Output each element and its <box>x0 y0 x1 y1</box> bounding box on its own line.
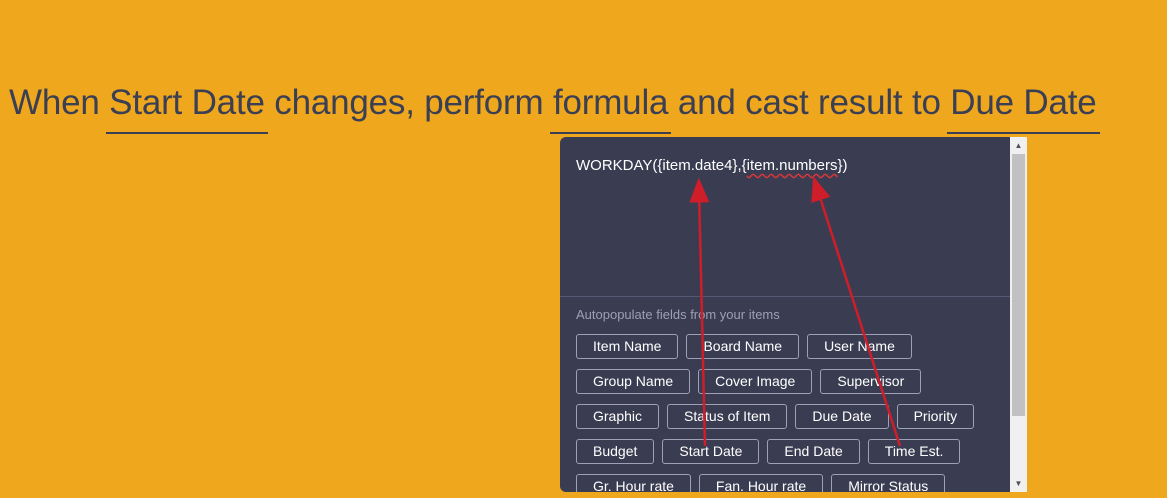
annotation-arrow-start-date <box>689 177 710 447</box>
annotation-arrows <box>689 176 902 447</box>
annotation-arrow-time-est <box>811 176 902 447</box>
